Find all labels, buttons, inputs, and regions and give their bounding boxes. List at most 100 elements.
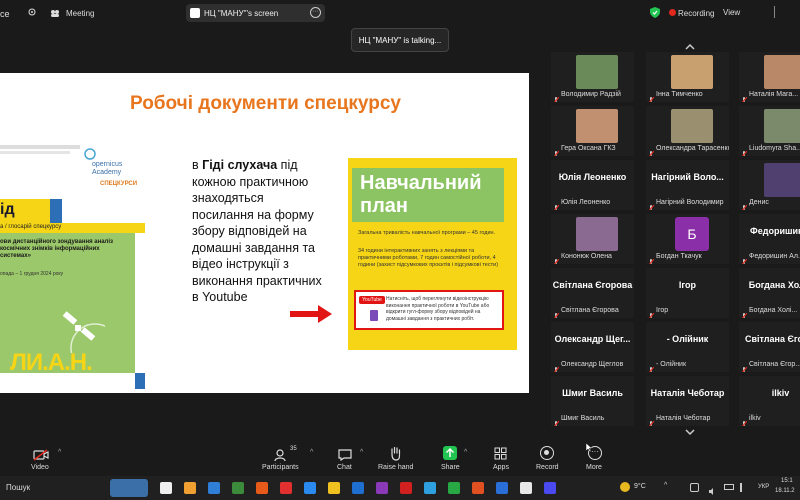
taskbar-app-icon[interactable] [328,482,340,494]
cover-blue-block [50,199,62,223]
taskbar-app-icon[interactable] [256,482,268,494]
volume-icon[interactable] [708,483,717,495]
participant-tile[interactable]: Нагірний Воло... Нагірний Володимир [646,160,729,210]
participant-tile[interactable]: Богдана Хол... Богдана Холі... [739,268,800,318]
participant-tile[interactable]: ilkiv ilkiv [739,376,800,426]
taskbar-app-icon[interactable] [544,482,556,494]
form-icon[interactable] [370,310,378,321]
language-indicator[interactable]: УКР [758,484,769,490]
participant-tile[interactable]: Шмиг Василь Шмиг Василь [551,376,634,426]
taskbar-search[interactable]: Пошук [6,483,30,492]
clock-date[interactable]: 18.11.2 [775,488,795,494]
taskbar-app-icon[interactable] [232,482,244,494]
share-chevron-icon[interactable]: ^ [464,449,467,456]
participant-tile[interactable]: - Олійник - Олійник [646,322,729,372]
meeting-label: Meeting [66,9,95,18]
participant-name: Ігор [656,307,669,314]
record-label[interactable]: Record [536,464,559,471]
mic-muted-icon [553,361,560,372]
participants-chevron-icon[interactable]: ^ [310,449,313,456]
participant-tile[interactable]: Liudomyra Sha... [739,106,800,156]
apps-icon[interactable] [494,447,507,460]
chat-icon[interactable] [338,448,352,462]
weather-icon[interactable] [620,482,630,492]
share-icon[interactable] [443,446,457,460]
gallery-up-chevron-icon[interactable] [685,38,695,50]
recording-dot-icon [669,9,676,16]
share-label[interactable]: Share [441,464,460,471]
participant-photo [576,109,618,143]
participant-display-name: Федоришин... [750,226,800,236]
taskbar-app-icon[interactable] [496,482,508,494]
mic-muted-icon [553,91,560,102]
weather-temp[interactable]: 9°C [634,483,646,490]
participant-tile[interactable]: Олександра Тарасенко [646,106,729,156]
plan-note-box[interactable]: YouTube Натисніть, щоб переглянути відео… [354,290,504,330]
more-label[interactable]: More [586,464,602,471]
mic-muted-icon [648,145,655,156]
participant-tile[interactable]: Кононюк Олена [551,214,634,264]
participant-tile[interactable]: Б Богдан Ткачук [646,214,729,264]
clock-time[interactable]: 15:1 [781,478,793,484]
participant-tile[interactable]: Гера Оксана ГКЗ [551,106,634,156]
taskbar-app-icon[interactable] [448,482,460,494]
mic-muted-icon [648,415,655,426]
raise-hand-label[interactable]: Raise hand [378,464,413,471]
participant-tile[interactable]: Володимир Радзій [551,52,634,102]
network-icon[interactable] [690,483,699,492]
raise-hand-icon[interactable] [389,446,402,461]
video-options-chevron-icon[interactable]: ^ [58,449,61,456]
participant-name: Liudomyra Sha... [749,145,800,152]
apps-label[interactable]: Apps [493,464,509,471]
gallery-down-chevron-icon[interactable] [685,423,695,436]
participant-photo [576,217,618,251]
screen-share-title[interactable]: НЦ "МАНУ"'s screen ··· [186,4,325,22]
taskbar-app-icon[interactable] [520,482,532,494]
cover-subtitle: а / глоcарій спецкурсу [0,224,62,230]
participant-tile[interactable]: Світлана Єгорова Світлана Єгорова [551,268,634,318]
search-illustration-icon [110,479,148,497]
participant-tile[interactable]: Ігор Ігор [646,268,729,318]
taskbar-app-icon[interactable] [184,482,196,494]
mic-muted-icon [648,361,655,372]
chat-chevron-icon[interactable]: ^ [360,449,363,456]
taskbar-app-icon[interactable] [400,482,412,494]
taskbar-app-icon[interactable] [208,482,220,494]
meeting-icon [50,9,60,17]
participant-tile[interactable]: Наталія Мага... [739,52,800,102]
more-icon[interactable] [28,8,36,17]
participants-label[interactable]: Participants [262,464,299,471]
video-label[interactable]: Video [31,464,49,471]
taskbar-app-icon[interactable] [280,482,292,494]
participant-tile[interactable]: Інна Тимченко [646,52,729,102]
taskbar-app-icon[interactable] [304,482,316,494]
pen-icon[interactable] [740,483,748,492]
shield-icon[interactable] [650,7,660,18]
guide-cover: opernicus Academy СПЕЦКУРСИ ід а / глоcа… [0,139,145,389]
participant-tile[interactable]: Юлія Леоненко Юлія Леоненко [551,160,634,210]
participant-tile[interactable]: Олександр Щег... Олександр Щеглов [551,322,634,372]
satellite-icon [55,303,120,373]
participant-tile[interactable]: Денис [739,160,800,210]
app-name-fragment: ce [0,9,10,19]
window-minimize-icon[interactable] [774,6,777,18]
participant-tile[interactable]: Федоришин... Федоришин Ал... [739,214,800,264]
video-off-icon[interactable] [33,448,49,461]
zoom-window: ce Meeting НЦ "МАНУ"'s screen ··· Record… [0,0,800,500]
recording-label[interactable]: Recording [678,9,714,18]
youtube-icon[interactable]: YouTube [359,296,385,304]
taskbar-app-icon[interactable] [160,482,172,494]
participant-tile[interactable]: Наталія Чеботар Наталія Чеботар [646,376,729,426]
view-button[interactable]: View [723,8,740,17]
taskbar-app-icon[interactable] [472,482,484,494]
taskbar-app-icon[interactable] [376,482,388,494]
participant-tile[interactable]: Світлана Єгор... Світлана Єгор... [739,322,800,372]
record-icon[interactable] [540,446,554,460]
tray-chevron-icon[interactable]: ^ [664,482,667,489]
chat-label[interactable]: Chat [337,464,352,471]
screen-options-icon[interactable]: ··· [310,7,321,18]
battery-icon[interactable] [724,484,734,490]
participants-icon[interactable] [274,448,290,462]
taskbar-app-icon[interactable] [424,482,436,494]
taskbar-app-icon[interactable] [352,482,364,494]
